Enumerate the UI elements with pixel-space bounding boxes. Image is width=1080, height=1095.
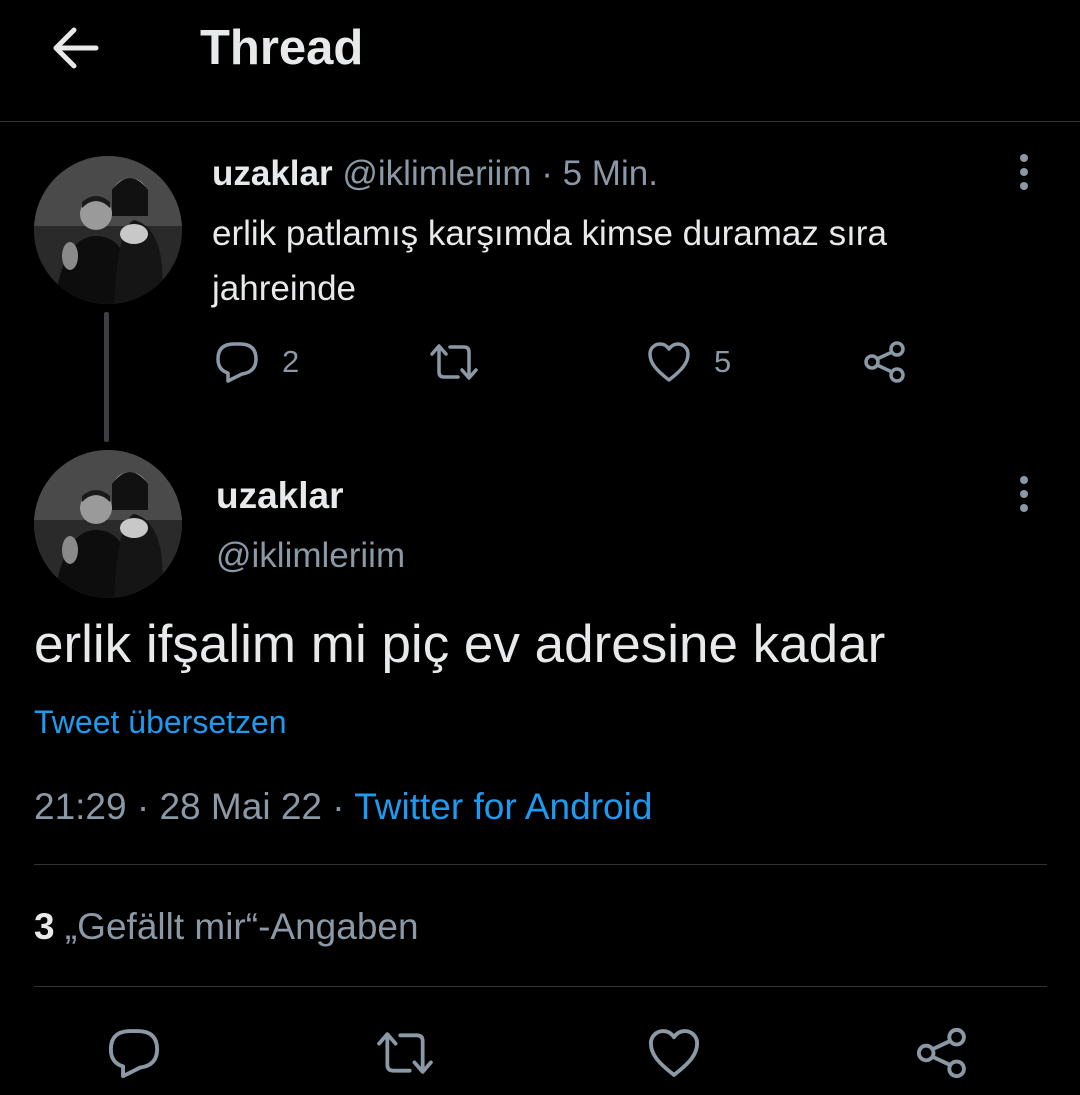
- likes-summary[interactable]: 3 „Gefällt mir“-Angaben: [34, 902, 419, 952]
- display-name[interactable]: uzaklar: [212, 154, 333, 193]
- like-count: 5: [714, 344, 732, 379]
- separator: ·: [541, 154, 553, 193]
- avatar[interactable]: [34, 450, 182, 598]
- share-button[interactable]: [914, 1026, 970, 1080]
- like-button[interactable]: [646, 1026, 702, 1080]
- tweet-header: uzaklar @iklimleriim · 5 Min.: [212, 152, 658, 196]
- tweet-text: erlik ifşalim mi piç ev adresine kadar: [34, 615, 886, 674]
- thread-connector-line: [104, 312, 109, 442]
- like-button[interactable]: 5: [646, 340, 731, 384]
- reply-count: 2: [282, 344, 300, 379]
- retweet-button[interactable]: [426, 340, 504, 384]
- avatar[interactable]: [34, 156, 182, 304]
- avatar-photo: [34, 156, 182, 304]
- page-title: Thread: [200, 21, 364, 75]
- handle[interactable]: @iklimleriim: [342, 154, 531, 193]
- more-options-button[interactable]: [1014, 474, 1034, 514]
- arrow-left-icon: [53, 27, 99, 69]
- likes-label: „Gefällt mir“-Angaben: [64, 906, 419, 947]
- divider: [34, 986, 1047, 987]
- tweet-time: 21:29: [34, 786, 127, 827]
- separator: ·: [136, 786, 150, 827]
- share-icon: [864, 341, 905, 383]
- translate-tweet-link[interactable]: Tweet übersetzen: [34, 700, 287, 744]
- tweet-meta: 21:29 · 28 Mai 22 · Twitter for Android: [34, 782, 652, 832]
- tweet-text: erlik patlamış karşımda kimse duramaz sı…: [212, 214, 887, 308]
- divider: [34, 864, 1047, 865]
- avatar-photo: [34, 450, 182, 598]
- top-app-bar: [0, 0, 1080, 122]
- back-button[interactable]: [44, 22, 108, 74]
- share-icon: [916, 1027, 966, 1079]
- separator: ·: [332, 786, 345, 827]
- reply-icon: [108, 1029, 160, 1079]
- display-name[interactable]: uzaklar: [216, 474, 344, 518]
- retweet-button[interactable]: [372, 1026, 438, 1080]
- handle[interactable]: @iklimleriim: [216, 534, 405, 578]
- share-button[interactable]: [862, 340, 908, 384]
- more-options-button[interactable]: [1014, 152, 1034, 192]
- retweet-icon: [377, 1032, 433, 1074]
- heart-icon: [648, 342, 690, 382]
- reply-icon: [216, 342, 258, 383]
- timestamp[interactable]: 5 Min.: [563, 154, 658, 193]
- more-vertical-icon: [1020, 476, 1028, 512]
- retweet-icon: [430, 344, 478, 380]
- tweet-source-link[interactable]: Twitter for Android: [354, 786, 652, 827]
- reply-button[interactable]: [106, 1026, 162, 1080]
- reply-button[interactable]: 2: [214, 340, 299, 384]
- heart-icon: [648, 1029, 700, 1077]
- more-vertical-icon: [1020, 154, 1028, 190]
- likes-count: 3: [34, 906, 55, 947]
- tweet-date: 28 Mai 22: [159, 786, 322, 827]
